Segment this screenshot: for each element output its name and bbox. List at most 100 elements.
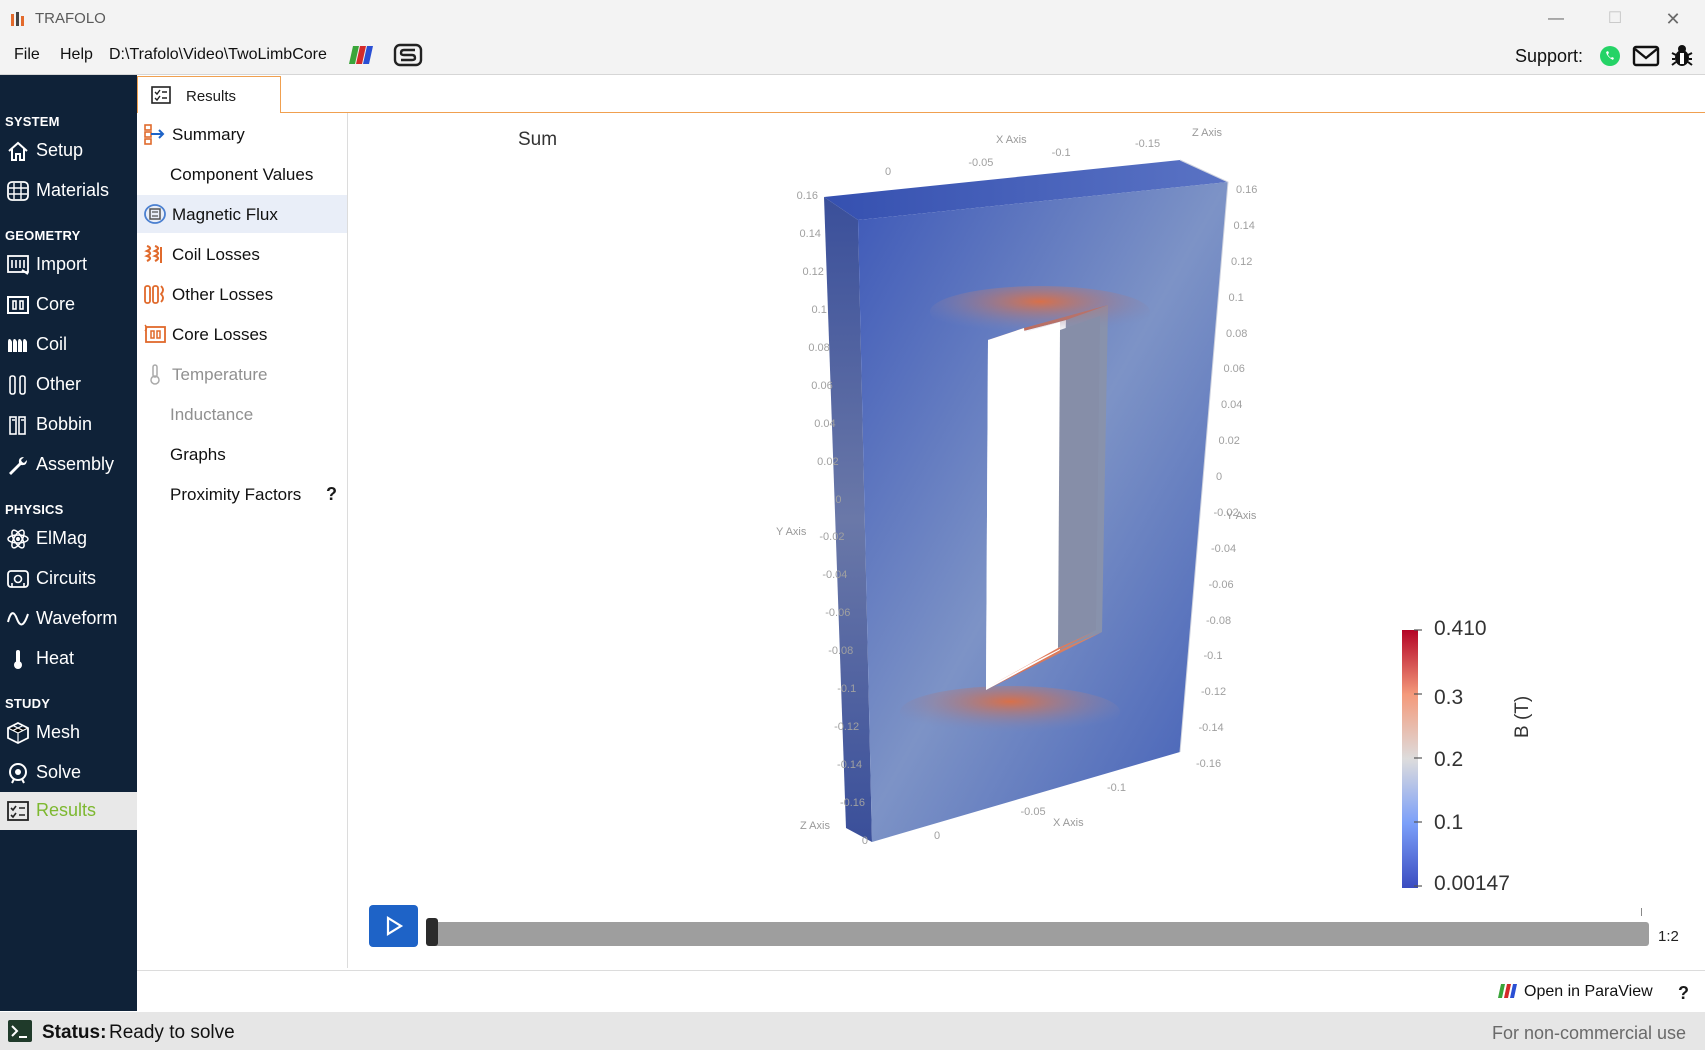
axis-tick-label: 0.1 [811, 303, 827, 316]
result-proximity-factors[interactable]: Proximity Factors [137, 475, 347, 513]
other-icon [9, 375, 26, 395]
coil-icon [8, 339, 27, 352]
nav-core[interactable]: Core [0, 286, 137, 324]
axis-tick-label: 0.14 [1233, 219, 1255, 232]
nav-label: Setup [36, 140, 84, 160]
project-path: D:\Trafolo\Video\TwoLimbCore [109, 46, 327, 63]
axis-tick-label: -0.15 [1135, 138, 1161, 150]
nav-heat[interactable]: Heat [0, 640, 137, 678]
axis-tick-label: 0 [835, 493, 842, 506]
result-other-losses[interactable]: Other Losses [137, 275, 347, 313]
nav-label: Mesh [36, 722, 81, 742]
simulation-logo-icon[interactable] [393, 43, 423, 67]
colorbar-label: 0.3 [1434, 686, 1464, 709]
play-icon [386, 916, 404, 936]
nav-label: Waveform [36, 608, 118, 628]
bug-report-icon[interactable] [1669, 43, 1695, 69]
paraview-help-button[interactable]: ? [1678, 983, 1689, 1004]
nav-coil[interactable]: Coil [0, 326, 137, 364]
proximity-help-button[interactable]: ? [326, 484, 337, 505]
result-magnetic-flux[interactable]: Magnetic Flux [137, 195, 347, 233]
tab-results[interactable]: Results [137, 76, 281, 114]
results-icon [151, 86, 171, 104]
tab-label: Results [186, 88, 237, 105]
nav-label: Results [36, 800, 97, 820]
axis-tick-label: 0.08 [808, 341, 830, 354]
nav-results[interactable]: Results [0, 792, 137, 830]
other-losses-icon [144, 285, 164, 304]
result-label: Core Losses [172, 325, 268, 344]
nav-elmag[interactable]: ElMag [0, 520, 137, 558]
result-label: Coil Losses [172, 245, 260, 264]
axis-label-x-top: X Axis [996, 134, 1027, 146]
play-button[interactable] [369, 905, 418, 947]
status-label: Status: [42, 1022, 107, 1043]
result-coil-losses[interactable]: Coil Losses [137, 235, 347, 273]
nav-bobbin[interactable]: Bobbin [0, 406, 137, 444]
solve-icon [9, 763, 27, 784]
coil-losses-icon [144, 244, 162, 263]
app-title: TRAFOLO [35, 10, 106, 27]
bobbin-icon [9, 416, 26, 435]
axis-tick-label: -0.14 [837, 759, 863, 772]
menu-help[interactable]: Help [60, 46, 93, 64]
result-label: Magnetic Flux [172, 205, 278, 224]
circuit-icon [7, 570, 29, 588]
minimize-button[interactable]: — [1533, 6, 1579, 32]
magnetic-flux-icon [144, 204, 166, 224]
thermometer-icon [14, 650, 22, 669]
axis-tick-label: -0.16 [1196, 758, 1222, 770]
axis-tick-label: -0.12 [834, 721, 860, 734]
axis-label-z-top: Z Axis [1192, 127, 1222, 139]
nav-materials[interactable]: Materials [0, 172, 137, 210]
axis-tick-label: -0.08 [1206, 614, 1232, 627]
nav-mesh[interactable]: Mesh [0, 714, 137, 752]
results-icon [7, 801, 29, 821]
time-slider[interactable] [428, 922, 1649, 946]
maximize-button[interactable]: ☐ [1592, 6, 1638, 32]
axis-tick-label: 0.04 [1221, 399, 1243, 412]
colorbar-label: 0.1 [1434, 811, 1464, 834]
section-physics: PHYSICS [5, 502, 64, 517]
axis-tick-label: -0.1 [837, 683, 857, 696]
nav-solve[interactable]: Solve [0, 754, 137, 792]
axis-tick-label: 0.02 [817, 455, 839, 468]
section-geometry: GEOMETRY [5, 228, 81, 243]
render-view[interactable] [508, 124, 1542, 899]
result-component-values[interactable]: Component Values [137, 155, 347, 193]
mesh-icon [7, 722, 29, 744]
section-study: STUDY [5, 696, 51, 711]
axis-tick-label: -0.16 [839, 797, 866, 810]
nav-assembly[interactable]: Assembly [0, 446, 137, 484]
axis-tick-label: -0.06 [1208, 578, 1234, 591]
nav-setup[interactable]: Setup [0, 132, 137, 170]
result-core-losses[interactable]: Core Losses [137, 315, 347, 353]
home-icon [8, 141, 28, 161]
result-inductance[interactable]: Inductance [137, 395, 347, 433]
axis-tick-label: 0.1 [1228, 291, 1244, 304]
open-in-paraview-button[interactable]: Open in ParaView [1524, 983, 1653, 1001]
axis-tick-label: -0.05 [968, 156, 994, 169]
axis-tick-label: 0.06 [811, 379, 833, 392]
result-label: Graphs [170, 445, 226, 464]
nav-waveform[interactable]: Waveform [0, 600, 137, 638]
whatsapp-icon[interactable] [1598, 44, 1622, 68]
nav-label: Import [36, 254, 88, 274]
axis-tick-label: -0.06 [825, 607, 851, 620]
support-label: Support: [1515, 46, 1584, 66]
result-graphs[interactable]: Graphs [137, 435, 347, 473]
axis-tick-label: 0.06 [1223, 363, 1245, 376]
nav-other[interactable]: Other [0, 366, 137, 404]
close-button[interactable]: ✕ [1650, 6, 1696, 32]
nav-circuits[interactable]: Circuits [0, 560, 137, 598]
mail-icon[interactable] [1632, 45, 1660, 67]
result-summary[interactable]: Summary [137, 115, 347, 153]
result-temperature[interactable]: Temperature [137, 355, 347, 393]
paraview-logo-icon[interactable] [347, 44, 377, 66]
core-losses-icon [144, 324, 166, 343]
menu-file[interactable]: File [14, 46, 40, 64]
axis-tick-label: -0.14 [1198, 722, 1224, 735]
materials-icon [7, 181, 29, 201]
time-slider-handle[interactable] [426, 918, 438, 946]
nav-import[interactable]: Import [0, 246, 137, 284]
